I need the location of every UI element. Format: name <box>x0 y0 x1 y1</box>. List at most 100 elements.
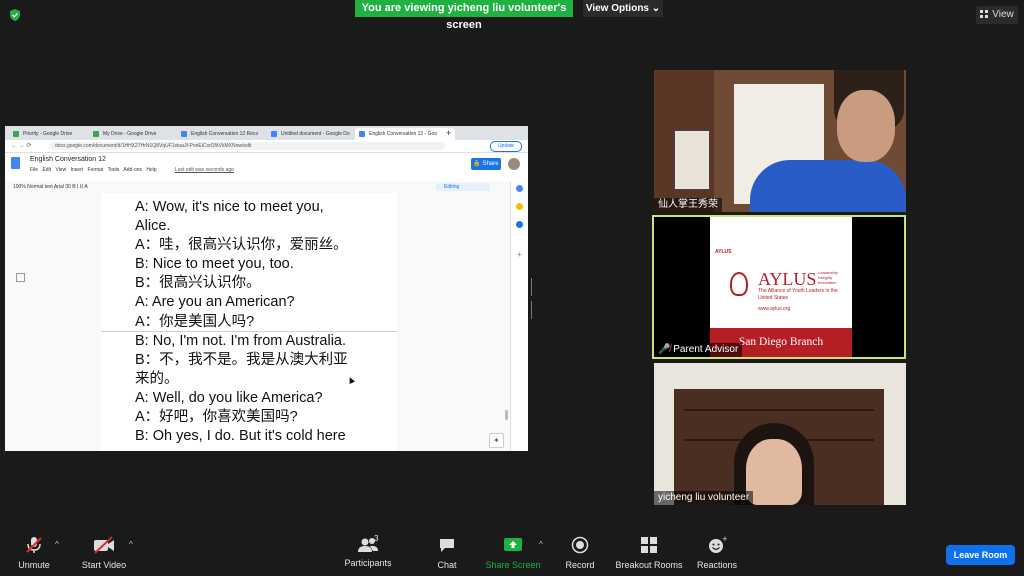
drive-icon <box>13 131 19 137</box>
breakout-rooms-button[interactable]: Breakout Rooms <box>614 536 684 570</box>
participant-name: yicheng liu volunteer <box>654 491 754 505</box>
chat-button[interactable]: Chat <box>430 536 464 570</box>
breakout-rooms-label: Breakout Rooms <box>615 560 683 570</box>
browser-tab[interactable]: English Conversation 12 Reco <box>177 128 273 140</box>
video-off-icon <box>94 536 114 554</box>
unmute-label: Unmute <box>18 560 50 570</box>
security-shield-icon[interactable] <box>8 8 22 22</box>
svg-text:+: + <box>722 536 727 543</box>
share-screen-icon <box>504 538 522 551</box>
record-button[interactable]: Record <box>560 536 600 570</box>
explore-icon[interactable]: ✦ <box>489 433 504 448</box>
leave-room-button[interactable]: Leave Room <box>946 545 1015 565</box>
shared-screen[interactable]: Priority - Google Drive My Drive - Googl… <box>5 126 528 451</box>
shelf <box>684 409 874 411</box>
doc-line: A：你是美国人吗? <box>135 313 255 330</box>
docs-header: English Conversation 12 File Edit View I… <box>5 153 528 181</box>
browser-tab-strip: Priority - Google Drive My Drive - Googl… <box>5 126 528 140</box>
doc-line: A：好吧，你喜欢美国吗? <box>135 409 298 426</box>
scrollbar[interactable] <box>505 410 508 420</box>
browser-tab[interactable]: Untitled document - Google Do <box>267 128 361 140</box>
reactions-button[interactable]: + Reactions <box>694 535 740 570</box>
toolbar-text: 100% Normal text Arial 30 B I U A <box>13 184 88 190</box>
calendar-icon[interactable] <box>516 185 523 192</box>
participants-label: Participants <box>344 558 392 568</box>
muted-mic-icon: 🎤̸ <box>658 344 671 355</box>
view-options-button[interactable]: View Options ⌄ <box>583 0 663 17</box>
tasks-icon[interactable] <box>516 221 523 228</box>
doc-title[interactable]: English Conversation 12 <box>30 156 106 163</box>
share-options-caret-icon[interactable]: ^ <box>539 540 543 549</box>
muted-microphone-icon <box>26 537 42 553</box>
audio-options-caret-icon[interactable]: ^ <box>55 540 59 549</box>
aylus-title: AYLUS <box>758 269 817 289</box>
drive-icon <box>93 131 99 137</box>
url-field[interactable]: docs.google.com/document/d/1HHX27HrN1Q8V… <box>49 142 445 150</box>
unmute-button[interactable]: Unmute <box>12 536 56 570</box>
doc-line: 来的。 <box>135 370 179 387</box>
participant-name: 仙人掌王秀荣 <box>654 198 722 212</box>
doc-line: B：不，我不是。我是从澳大利亚 <box>135 351 348 368</box>
breakout-rooms-icon <box>641 537 657 553</box>
editing-mode-dropdown[interactable]: Editing <box>436 183 490 191</box>
start-video-label: Start Video <box>81 560 127 570</box>
record-icon <box>571 536 589 554</box>
share-screen-button[interactable]: Share Screen <box>484 536 542 570</box>
participants-count: 3 <box>374 534 379 543</box>
aylus-small-label: AYLUS <box>715 249 732 255</box>
share-button[interactable]: 🔒 Share <box>471 158 501 170</box>
doc-line: A: Are you an American? <box>135 294 295 311</box>
update-button[interactable]: Update <box>490 141 522 152</box>
address-bar-row: ← → ⟳ docs.google.com/document/d/1HHX27H… <box>5 140 528 153</box>
keep-icon[interactable] <box>516 203 523 210</box>
reactions-label: Reactions <box>696 560 738 570</box>
browser-tab[interactable]: My Drive - Google Drive <box>89 128 183 140</box>
document-text[interactable]: A: Wow, it's nice to meet you, Alice. A：… <box>135 198 395 446</box>
chat-label: Chat <box>437 560 457 570</box>
doc-line: B: Oh yes, I do. But it's cold here <box>135 428 346 445</box>
nav-arrows-icon[interactable]: ← → ⟳ <box>11 140 31 152</box>
split-view-handle[interactable] <box>531 278 534 319</box>
reactions-smiley-icon: + <box>709 535 728 553</box>
doc-menu-bar[interactable]: File Edit View Insert Format Tools Add-o… <box>30 167 157 173</box>
browser-tab[interactable]: Priority - Google Drive <box>9 128 97 140</box>
participant-face <box>746 439 802 505</box>
video-options-caret-icon[interactable]: ^ <box>129 540 133 549</box>
browser-tab-active[interactable]: English Conversation 12 - Goo <box>355 128 455 140</box>
frame-background <box>674 130 710 190</box>
chat-icon <box>440 539 454 552</box>
doc-line: A: Wow, it's nice to meet you, <box>135 199 324 215</box>
doc-line: B: Nice to meet you, too. <box>135 256 294 273</box>
video-tile-3[interactable]: yicheng liu volunteer <box>654 363 906 505</box>
participants-button[interactable]: 3 Participants <box>340 534 396 568</box>
aylus-logo-card: AYLUS AYLUS Leadership Integrity Innovat… <box>710 217 852 357</box>
record-label: Record <box>565 560 595 570</box>
view-label: View <box>992 9 1014 20</box>
aylus-tagline: The Alliance of Youth Leaders in the Uni… <box>758 288 838 301</box>
participant-shirt <box>750 160 906 212</box>
user-avatar[interactable] <box>508 158 520 170</box>
doc-line: B：很高兴认识你。 <box>135 275 261 292</box>
aylus-motto: Leadership Integrity Innovation <box>818 270 838 285</box>
video-tile-2-active-speaker[interactable]: AYLUS AYLUS Leadership Integrity Innovat… <box>652 215 906 359</box>
new-tab-plus-icon[interactable]: + <box>446 128 456 140</box>
docs-icon <box>359 131 365 137</box>
view-button[interactable]: View <box>976 6 1018 24</box>
lightbulb-icon <box>730 272 748 296</box>
start-video-button[interactable]: Start Video <box>76 536 132 570</box>
participant-name: 🎤̸ Parent Advisor <box>654 343 743 357</box>
doc-line: A：哇，很高兴认识你，爱丽丝。 <box>135 237 348 254</box>
aylus-url: www.aylus.org <box>758 306 791 312</box>
side-panel: + <box>510 181 528 451</box>
docs-logo-icon[interactable] <box>11 157 20 169</box>
doc-line: A: Well, do you like America? <box>135 389 323 406</box>
last-edit-link[interactable]: Last edit was seconds ago <box>175 167 234 173</box>
docs-icon <box>271 131 277 137</box>
add-addon-icon[interactable]: + <box>516 251 523 259</box>
share-screen-label: Share Screen <box>485 560 541 570</box>
outline-icon[interactable] <box>16 273 25 282</box>
video-tile-1[interactable]: 仙人掌王秀荣 <box>654 70 906 212</box>
view-options-label: View Options <box>585 3 649 14</box>
participant-face <box>837 90 895 162</box>
doc-line: Alice. <box>135 218 171 235</box>
